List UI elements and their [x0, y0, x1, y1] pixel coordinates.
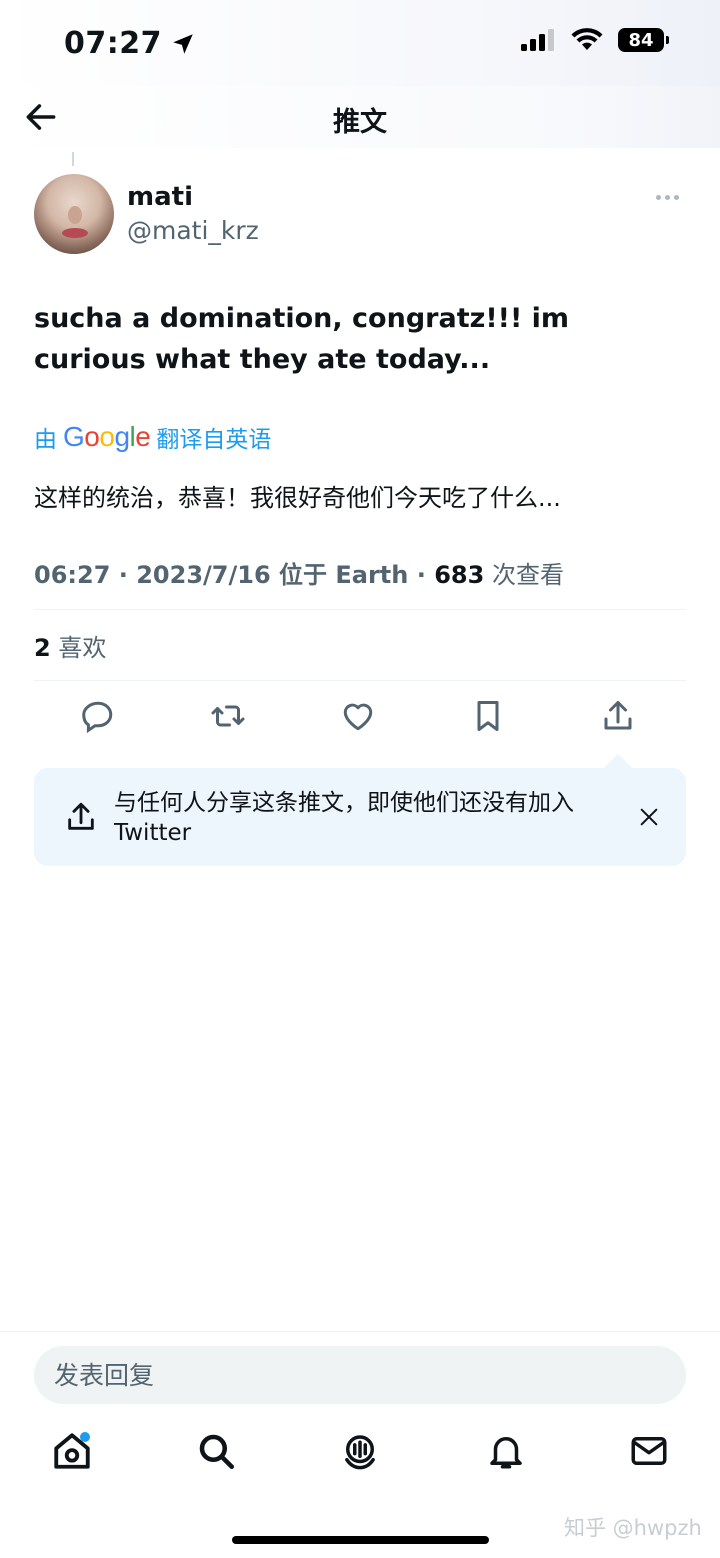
tweet-metadata: 06:27 · 2023/7/16 位于 Earth · 683 次查看: [34, 555, 564, 590]
avatar-nose-shape: [68, 206, 82, 224]
divider: [34, 609, 686, 610]
page-title: 推文: [333, 107, 387, 138]
messages-icon[interactable]: [628, 1430, 670, 1472]
status-time-text: 07:27: [64, 26, 162, 61]
tweet-action-bar: [34, 698, 686, 738]
translated-text: 这样的统治，恭喜！我很好奇他们今天吃了什么...: [34, 484, 561, 512]
likes-label: 喜欢: [50, 634, 107, 662]
likes-number: 2: [34, 634, 51, 662]
watermark: 知乎 @hwpzh: [564, 1516, 702, 1540]
battery-level: 84: [628, 29, 654, 51]
home-indicator[interactable]: [232, 1536, 489, 1544]
google-logo: Google: [63, 421, 151, 452]
view-count-label[interactable]: 次查看: [484, 561, 564, 589]
translate-attribution[interactable]: 由 Google 翻译自英语: [34, 420, 271, 454]
likes-count[interactable]: 2 喜欢: [34, 628, 106, 663]
view-count[interactable]: 683: [434, 561, 484, 589]
share-prompt-text: 与任何人分享这条推文，即使他们还没有加入 Twitter: [114, 790, 574, 846]
meta-separator: ·: [408, 561, 435, 589]
tweet-date[interactable]: 2023/7/16: [136, 561, 270, 589]
bookmark-icon[interactable]: [470, 698, 506, 734]
tweet-text: sucha a domination, congratz!!! im curio…: [34, 303, 570, 375]
reply-input[interactable]: [34, 1346, 686, 1404]
more-dot: [674, 194, 679, 200]
bottom-tab-bar: [0, 1430, 720, 1490]
share-card-pointer: [603, 753, 633, 783]
reply-bar-divider: [0, 1331, 720, 1332]
author-handle[interactable]: @mati_krz: [127, 216, 259, 245]
spaces-icon[interactable]: [339, 1430, 381, 1472]
like-icon[interactable]: [340, 698, 376, 734]
home-notification-dot: [80, 1432, 90, 1442]
translate-prefix: 由: [34, 427, 57, 453]
search-icon[interactable]: [195, 1430, 237, 1472]
notifications-icon[interactable]: [485, 1430, 527, 1472]
battery-indicator: 84: [618, 28, 669, 52]
avatar[interactable]: [34, 174, 114, 254]
author-display-name[interactable]: mati: [127, 182, 193, 212]
more-options-icon[interactable]: [656, 188, 686, 206]
status-bar: 07:27 84: [0, 0, 720, 86]
location-arrow-icon: [173, 33, 193, 54]
avatar-mouth-shape: [62, 228, 88, 238]
top-navigation: 推文: [0, 86, 720, 148]
close-icon[interactable]: [638, 806, 660, 828]
translate-suffix: 翻译自英语: [156, 427, 272, 453]
tweet-time[interactable]: 06:27: [34, 561, 110, 589]
divider: [34, 680, 686, 681]
more-dot: [665, 194, 670, 200]
cellular-signal-icon: [521, 29, 554, 51]
reply-icon[interactable]: [80, 698, 116, 734]
thread-connector-line: [72, 152, 74, 166]
share-prompt-card[interactable]: 与任何人分享这条推文，即使他们还没有加入 Twitter: [34, 753, 686, 866]
share-icon[interactable]: [600, 698, 636, 734]
meta-separator: ·: [110, 561, 137, 589]
share-upload-icon: [68, 802, 94, 830]
status-icons: 84: [520, 28, 669, 52]
status-time: 07:27: [64, 26, 196, 61]
retweet-icon[interactable]: [210, 698, 246, 734]
wifi-icon: [571, 28, 603, 50]
tweet-location: 位于 Earth: [270, 561, 409, 589]
more-dot: [656, 194, 661, 200]
